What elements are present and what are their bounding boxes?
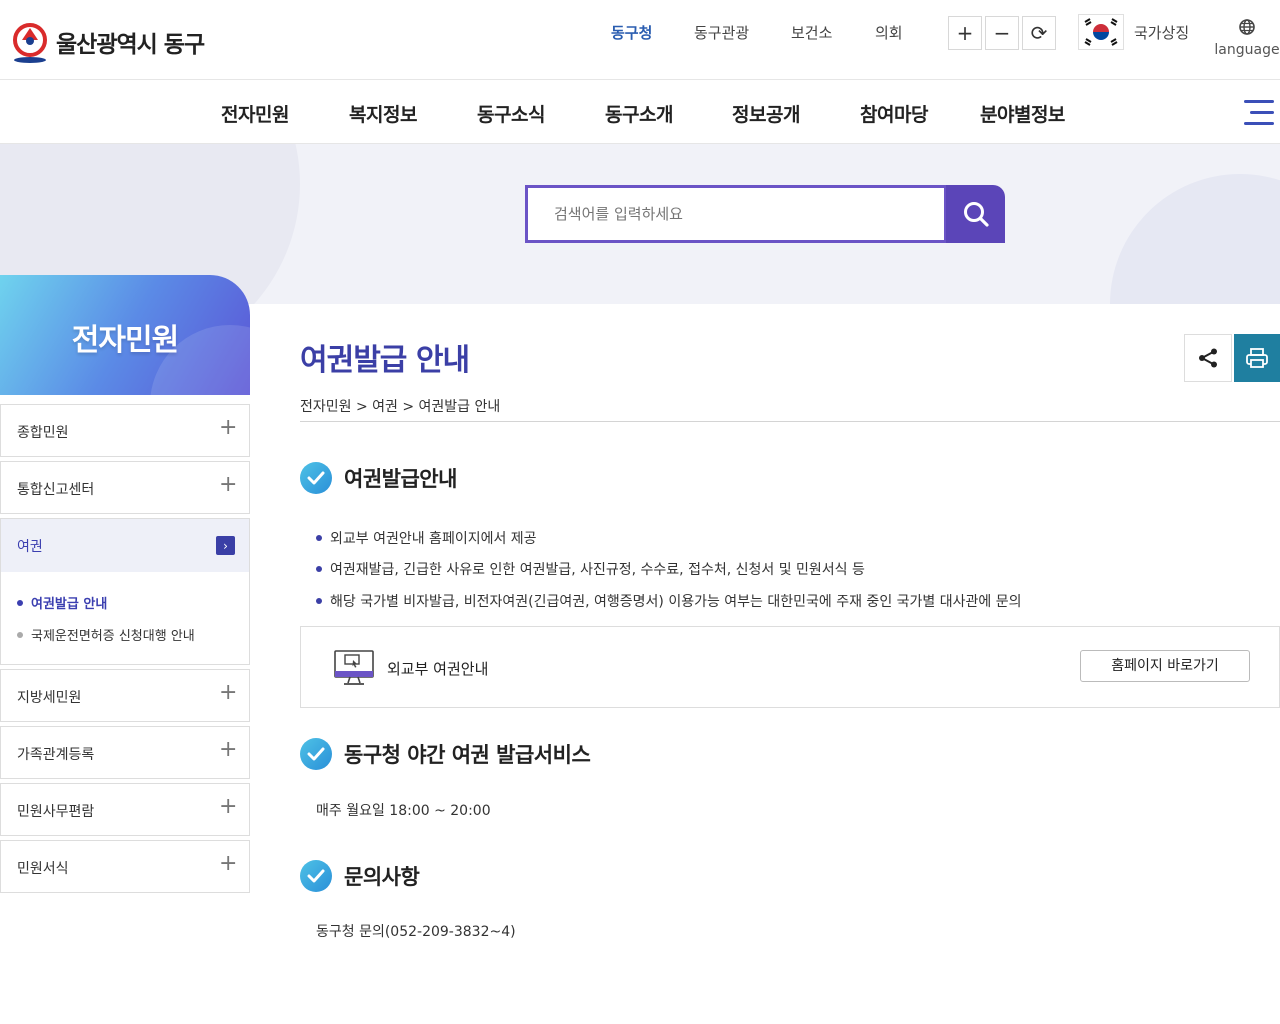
minus-icon: − — [993, 21, 1011, 45]
sidebar-subitem-label: 여권발급 안내 — [31, 597, 108, 612]
gnb-item-e-civil[interactable]: 전자민원 — [221, 100, 289, 127]
util-link-council[interactable]: 의회 — [875, 22, 903, 43]
section-heading: 여권발급안내 — [300, 462, 457, 494]
homepage-shortcut-button[interactable]: 홈페이지 바로가기 — [1080, 650, 1250, 682]
sidebar-item-passport-header[interactable]: 여권 › — [1, 519, 249, 572]
search-icon — [963, 202, 989, 227]
night-service-hours: 매주 월요일 18:00 ~ 20:00 — [316, 803, 491, 819]
bullet-icon — [316, 598, 322, 604]
plus-icon: + — [219, 794, 238, 819]
sidebar-title: 전자민원 — [71, 323, 179, 358]
related-link-box: 외교부 여권안내 홈페이지 바로가기 — [300, 626, 1280, 708]
print-button[interactable] — [1234, 334, 1280, 382]
zoom-reset-button[interactable]: ⟳ — [1022, 16, 1056, 50]
sidebar-item-general-civil[interactable]: 종합민원 + — [0, 404, 250, 457]
bullet-icon — [316, 566, 322, 572]
list-item: 외교부 여권안내 홈페이지에서 제공 — [316, 528, 537, 548]
search-button[interactable] — [946, 185, 1005, 243]
sidebar-item-civil-forms[interactable]: 민원서식 + — [0, 840, 250, 893]
section-heading: 동구청 야간 여권 발급서비스 — [300, 738, 591, 770]
check-circle-icon — [300, 462, 332, 494]
sidebar-item-passport: 여권 › 여권발급 안내 국제운전면허증 신청대행 안내 — [0, 518, 250, 665]
monitor-icon — [334, 650, 374, 685]
check-circle-icon — [300, 860, 332, 892]
plus-icon: + — [219, 737, 238, 762]
plus-icon: + — [219, 415, 238, 440]
sidebar-subitem-intl-license[interactable]: 국제운전면허증 신청대행 안내 — [17, 625, 195, 644]
globe-icon — [1239, 19, 1255, 35]
national-symbol-link[interactable]: 국가상징 — [1134, 22, 1189, 43]
gnb-item-participation[interactable]: 참여마당 — [860, 100, 928, 127]
logo-text: 울산광역시 동구 — [56, 32, 205, 58]
refresh-icon: ⟳ — [1030, 21, 1048, 45]
share-icon — [1199, 348, 1217, 368]
gnb-item-about[interactable]: 동구소개 — [605, 100, 673, 127]
plus-icon: + — [219, 851, 238, 876]
plus-icon: + — [219, 472, 238, 497]
sidebar-item-label: 종합민원 — [17, 425, 69, 441]
page-title: 여권발급 안내 — [300, 343, 470, 378]
zoom-in-button[interactable]: + — [948, 16, 982, 50]
sidebar-item-label: 통합신고센터 — [17, 482, 95, 498]
bullet-icon — [17, 631, 23, 638]
site-logo[interactable]: 울산광역시 동구 — [12, 20, 205, 64]
list-item: 해당 국가별 비자발급, 비전자여권(긴급여권, 여행증명서) 이용가능 여부는… — [316, 591, 1021, 611]
hamburger-menu-icon[interactable] — [1244, 100, 1276, 126]
sidebar-item-label: 민원서식 — [17, 861, 69, 877]
sidebar-header: 전자민원 — [0, 275, 250, 395]
gnb-item-news[interactable]: 동구소식 — [477, 100, 545, 127]
national-flag-icon[interactable] — [1078, 14, 1124, 50]
search-box — [525, 185, 947, 243]
main-navigation: 전자민원 복지정보 동구소식 동구소개 정보공개 참여마당 분야별정보 — [0, 80, 1280, 144]
search-input[interactable] — [528, 188, 944, 240]
language-label: language — [1214, 42, 1280, 58]
sidebar-item-civil-handbook[interactable]: 민원사무편람 + — [0, 783, 250, 836]
gnb-item-info-disclosure[interactable]: 정보공개 — [732, 100, 800, 127]
logo-emblem-icon — [13, 23, 47, 63]
chevron-right-icon: › — [216, 536, 235, 555]
link-box-label: 외교부 여권안내 — [387, 660, 489, 678]
bullet-icon — [17, 599, 23, 606]
sidebar-item-label: 가족관계등록 — [17, 747, 95, 763]
section-title: 문의사항 — [344, 865, 420, 889]
section-title: 동구청 야간 여권 발급서비스 — [344, 743, 591, 767]
util-link-donggu[interactable]: 동구청 — [611, 22, 652, 43]
sidebar-item-label: 민원사무편람 — [17, 804, 95, 820]
sidebar-item-local-tax[interactable]: 지방세민원 + — [0, 669, 250, 722]
util-link-tourism[interactable]: 동구관광 — [694, 22, 749, 43]
sidebar-subitem-passport-guide[interactable]: 여권발급 안내 — [17, 593, 107, 612]
sidebar-item-family-registry[interactable]: 가족관계등록 + — [0, 726, 250, 779]
printer-icon — [1246, 348, 1268, 368]
gnb-item-welfare[interactable]: 복지정보 — [349, 100, 417, 127]
top-header: 울산광역시 동구 동구청 동구관광 보건소 의회 + − ⟳ 국가상징 lang… — [0, 0, 1280, 80]
list-item: 여권재발급, 긴급한 사유로 인한 여권발급, 사진규정, 수수료, 접수처, … — [316, 559, 865, 579]
gnb-item-field-info[interactable]: 분야별정보 — [980, 100, 1065, 127]
sidebar-item-report-center[interactable]: 통합신고센터 + — [0, 461, 250, 514]
share-button[interactable] — [1184, 334, 1232, 382]
contact-info: 동구청 문의(052-209-3832~4) — [316, 924, 516, 940]
check-circle-icon — [300, 738, 332, 770]
section-title: 여권발급안내 — [344, 467, 457, 491]
breadcrumb: 전자민원 > 여권 > 여권발급 안내 — [300, 399, 501, 415]
sidebar-item-label: 지방세민원 — [17, 690, 82, 706]
plus-icon: + — [219, 680, 238, 705]
sidebar-item-label: 여권 — [17, 539, 43, 555]
title-divider — [300, 421, 1280, 422]
language-selector[interactable]: language — [1214, 18, 1280, 58]
util-link-health[interactable]: 보건소 — [791, 22, 832, 43]
sidebar-subitem-label: 국제운전면허증 신청대행 안내 — [31, 629, 195, 644]
bullet-icon — [316, 535, 322, 541]
plus-icon: + — [956, 21, 974, 45]
zoom-out-button[interactable]: − — [985, 16, 1019, 50]
section-heading: 문의사항 — [300, 860, 420, 892]
